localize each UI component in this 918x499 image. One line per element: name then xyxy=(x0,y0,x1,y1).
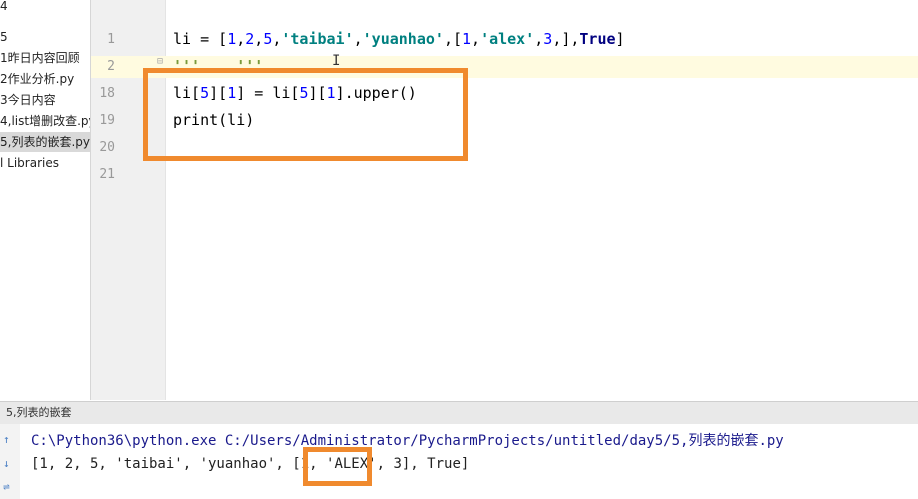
code-token: ,], xyxy=(552,30,580,48)
console-output-part: , 3], True] xyxy=(376,456,470,472)
fold-marker-icon[interactable]: ⊟ xyxy=(157,56,163,67)
up-arrow-icon[interactable]: ↑ xyxy=(3,434,15,446)
code-token: 'yuanhao' xyxy=(362,30,444,48)
code-token: 3 xyxy=(543,30,553,48)
wrap-icon[interactable]: ⇌ xyxy=(3,481,15,493)
tree-item-label: 3今日内容 xyxy=(0,93,56,107)
code-token: , xyxy=(534,30,544,48)
text-cursor-icon: I xyxy=(332,53,341,69)
code-token: ] xyxy=(615,30,625,48)
tree-item-label: 5 xyxy=(0,30,8,44)
console-output: [1, 2, 5, 'taibai', 'yuanhao', [1, 'ALEX… xyxy=(31,456,469,472)
code-token: 1 xyxy=(227,30,237,48)
run-tab-bar[interactable]: 5,列表的嵌套 xyxy=(0,401,918,425)
code-token: li = [ xyxy=(173,30,228,48)
tree-item-label: l Libraries xyxy=(0,156,59,170)
tree-item-selected[interactable]: 5,列表的嵌套.py xyxy=(0,132,90,152)
tree-item[interactable]: 2作业分析.py xyxy=(0,69,90,89)
tree-item-label: 4 xyxy=(0,0,8,13)
tree-item-label: 1昨日内容回顾 xyxy=(0,51,80,65)
console-command: C:\Python36\python.exe C:/Users/Administ… xyxy=(31,433,784,449)
down-arrow-icon[interactable]: ↓ xyxy=(3,458,15,470)
run-console[interactable]: ↑ ↓ ⇌ C:\Python36\python.exe C:/Users/Ad… xyxy=(0,424,918,499)
console-output-part: [1, 2, 5, 'taibai', 'yuanhao', [1, xyxy=(31,456,327,472)
line-number: 20 xyxy=(99,140,115,155)
code-token: True xyxy=(579,30,616,48)
tree-item[interactable]: 4,list增删改查.py xyxy=(0,111,90,131)
code-line-1: li = [1,2,5,'taibai','yuanhao',[1,'alex'… xyxy=(173,30,625,48)
code-token: 1 xyxy=(462,30,472,48)
tree-item[interactable]: 3今日内容 xyxy=(0,90,90,110)
line-number: 18 xyxy=(99,86,115,101)
tree-item[interactable]: 1昨日内容回顾 xyxy=(0,48,90,68)
tree-item[interactable]: l Libraries xyxy=(0,153,90,173)
tree-item[interactable]: 5 xyxy=(0,27,90,47)
line-number: 21 xyxy=(99,167,115,182)
code-editor[interactable]: li = [1,2,5,'taibai','yuanhao',[1,'alex'… xyxy=(166,0,918,400)
code-token: , xyxy=(236,30,246,48)
annotation-box-output xyxy=(303,447,372,486)
line-number: 1 xyxy=(107,32,115,47)
line-number: 19 xyxy=(99,113,115,128)
code-token: 'taibai' xyxy=(281,30,354,48)
code-token: 2 xyxy=(245,30,255,48)
line-numbers: 1 2 18 19 20 21 xyxy=(91,0,165,400)
project-tree: 4 5 1昨日内容回顾 2作业分析.py 3今日内容 4,list增删改查.py… xyxy=(0,0,91,400)
line-number: 2 xyxy=(107,59,115,74)
code-token: 5 xyxy=(263,30,273,48)
code-token: ,[ xyxy=(443,30,462,48)
tree-item-label: 5,列表的嵌套.py xyxy=(0,135,90,149)
run-tab-label: 5,列表的嵌套 xyxy=(6,406,72,419)
annotation-box-code xyxy=(143,68,468,161)
code-token: , xyxy=(353,30,363,48)
tree-item[interactable]: 4 xyxy=(0,0,90,16)
console-toolbar: ↑ ↓ ⇌ xyxy=(0,424,20,499)
code-token: 'alex' xyxy=(480,30,535,48)
tree-item-label: 4,list增删改查.py xyxy=(0,114,91,128)
code-token: , xyxy=(471,30,481,48)
code-token: , xyxy=(254,30,264,48)
tree-item-label: 2作业分析.py xyxy=(0,72,75,86)
